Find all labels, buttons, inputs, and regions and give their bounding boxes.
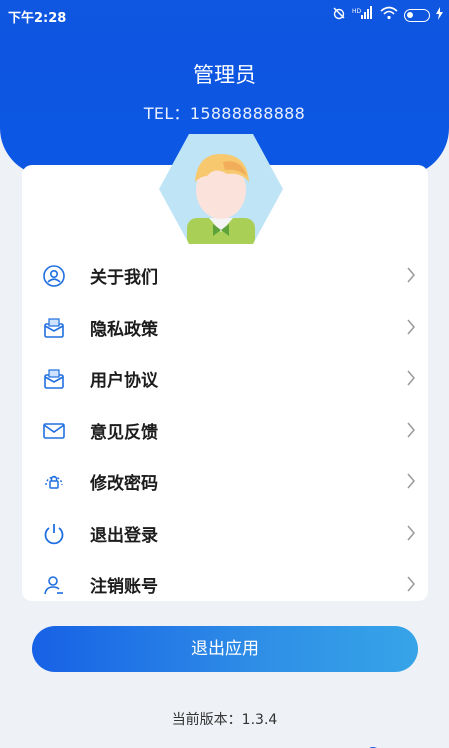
settings-menu: 关于我们 隐私政策 用户协议 意见反馈 修改密码 退出登录 注销账号: [22, 250, 428, 611]
agreement-envelope-icon: [42, 367, 66, 391]
user-role-title: 管理员: [193, 63, 256, 87]
user-remove-icon: [42, 573, 66, 597]
exit-app-button[interactable]: 退出应用: [32, 626, 418, 672]
charging-icon: [436, 6, 443, 24]
bottom-tab-bar: [0, 740, 449, 748]
chevron-right-icon: [406, 370, 416, 386]
chevron-right-icon: [406, 473, 416, 489]
privacy-envelope-icon: [42, 316, 66, 340]
chevron-right-icon: [406, 319, 416, 335]
user-phone: TEL：15888888888: [143, 104, 306, 123]
user-avatar-icon: [157, 132, 285, 246]
menu-item-label: 隐私政策: [90, 319, 158, 340]
menu-item-label: 注销账号: [90, 577, 158, 598]
menu-item-label: 关于我们: [90, 268, 158, 289]
mail-icon: [42, 419, 66, 443]
wifi-icon: [380, 6, 398, 24]
menu-item-about-us[interactable]: 关于我们: [22, 250, 428, 302]
menu-item-delete-account[interactable]: 注销账号: [22, 559, 428, 611]
hd-signal-icon: HD: [352, 6, 374, 24]
lock-icon: [42, 470, 66, 494]
chevron-right-icon: [406, 422, 416, 438]
svg-text:HD: HD: [352, 8, 362, 15]
menu-item-label: 退出登录: [90, 525, 158, 546]
chevron-right-icon: [406, 576, 416, 592]
menu-item-logout[interactable]: 退出登录: [22, 508, 428, 560]
menu-item-label: 意见反馈: [90, 422, 158, 443]
status-time: 下午2:28: [8, 11, 67, 26]
menu-item-user-agreement[interactable]: 用户协议: [22, 353, 428, 405]
status-icons: HD: [332, 6, 443, 24]
app-version: 当前版本：1.3.4: [171, 712, 278, 728]
menu-item-label: 修改密码: [90, 474, 158, 495]
menu-item-privacy-policy[interactable]: 隐私政策: [22, 302, 428, 354]
menu-item-change-password[interactable]: 修改密码: [22, 456, 428, 508]
menu-item-feedback[interactable]: 意见反馈: [22, 405, 428, 457]
power-icon: [42, 522, 66, 546]
status-bar: 下午2:28 HD: [0, 0, 449, 30]
menu-item-label: 用户协议: [90, 371, 158, 392]
alarm-off-icon: [332, 6, 346, 24]
chevron-right-icon: [406, 267, 416, 283]
battery-icon: [404, 8, 430, 22]
chevron-right-icon: [406, 525, 416, 541]
about-user-icon: [42, 264, 66, 288]
